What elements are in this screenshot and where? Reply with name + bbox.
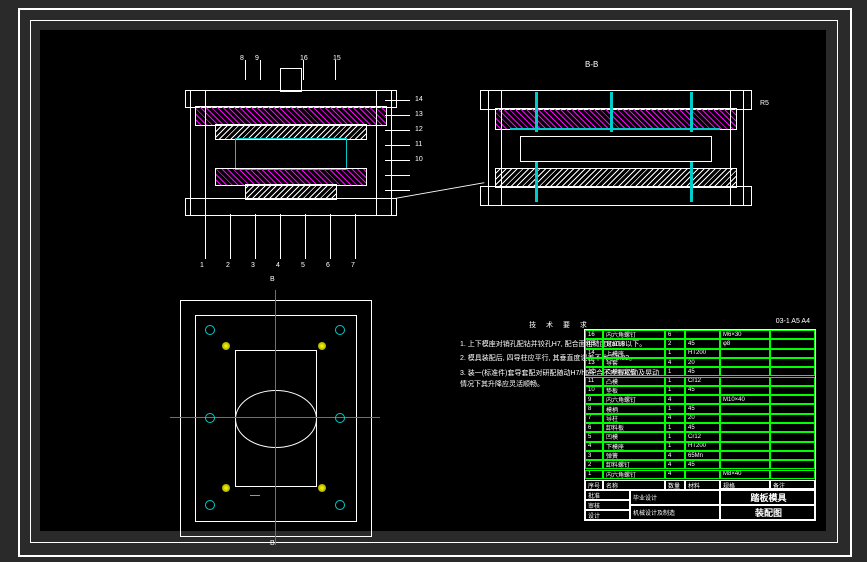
table-row: 1内六角螺钉4M8×40 <box>585 470 815 479</box>
approve-label: 批准 <box>585 490 630 500</box>
callout-13: 13 <box>415 111 423 118</box>
table-row: 6卸料板145 <box>585 423 815 432</box>
view-side-section <box>480 80 750 230</box>
section-b-label: B-B <box>585 60 598 69</box>
hdr-name: 名称 <box>603 480 665 490</box>
table-row: 3弹簧465Mn <box>585 451 815 460</box>
table-row: 11凸模1Cr12 <box>585 377 815 386</box>
table-row: 16内六角螺钉6M6×30 <box>585 330 815 339</box>
ref-4: 4 <box>276 262 280 269</box>
table-row: 10垫板145 <box>585 386 815 395</box>
dept: 毕业设计 <box>630 490 720 505</box>
drawing-no: 03-1 A5 A4 <box>776 318 810 325</box>
table-row: 9内六角螺钉4M10×40 <box>585 395 815 404</box>
ref-5: 5 <box>301 262 305 269</box>
callout-15: 15 <box>333 55 341 62</box>
ref-1: 1 <box>200 262 204 269</box>
table-row: 12凸模固定板145 <box>585 367 815 376</box>
table-row: 4下模座1HT200 <box>585 442 815 451</box>
ref-6: 6 <box>326 262 330 269</box>
section-b-top: B <box>270 276 275 283</box>
table-row: 5凹模1Cr12 <box>585 432 815 441</box>
callout-9: 9 <box>255 55 259 62</box>
school: 机械设计及制造 <box>630 505 720 520</box>
view-front-section <box>185 80 395 230</box>
table-row: 2卸料螺钉445 <box>585 460 815 469</box>
view-b-dim: R5 <box>760 100 769 107</box>
main-title: 踏板模具 <box>720 490 815 505</box>
callout-16: 16 <box>300 55 308 62</box>
table-row: 13导套420 <box>585 358 815 367</box>
ref-7: 7 <box>351 262 355 269</box>
table-row: 14上模座1HT200 <box>585 349 815 358</box>
callout-11: 11 <box>415 141 422 148</box>
callout-12: 12 <box>415 126 423 133</box>
table-row: 15定位销245φ8 <box>585 339 815 348</box>
table-row: 8模柄145 <box>585 404 815 413</box>
hdr-qty: 数量 <box>665 480 685 490</box>
section-b-bot: B <box>270 540 275 547</box>
parts-list: 16内六角螺钉6M6×3015定位销245φ814上模座1HT20013导套42… <box>585 330 815 480</box>
table-row: 7导柱420 <box>585 414 815 423</box>
callout-8: 8 <box>240 55 244 62</box>
title-block: 16内六角螺钉6M6×3015定位销245φ814上模座1HT20013导套42… <box>584 329 816 521</box>
check-label: 审核 <box>585 500 630 510</box>
design-label: 设计 <box>585 510 630 520</box>
ref-2: 2 <box>226 262 230 269</box>
hdr-no: 序号 <box>585 480 603 490</box>
sub-title: 装配图 <box>720 505 815 520</box>
view-top: B B <box>180 300 370 535</box>
drawing-canvas: B-B <box>40 30 826 531</box>
callout-10: 10 <box>415 156 423 163</box>
callout-14: 14 <box>415 96 423 103</box>
cad-page: B-B <box>0 0 867 562</box>
ref-3: 3 <box>251 262 255 269</box>
hdr-mat: 材料 <box>685 480 720 490</box>
